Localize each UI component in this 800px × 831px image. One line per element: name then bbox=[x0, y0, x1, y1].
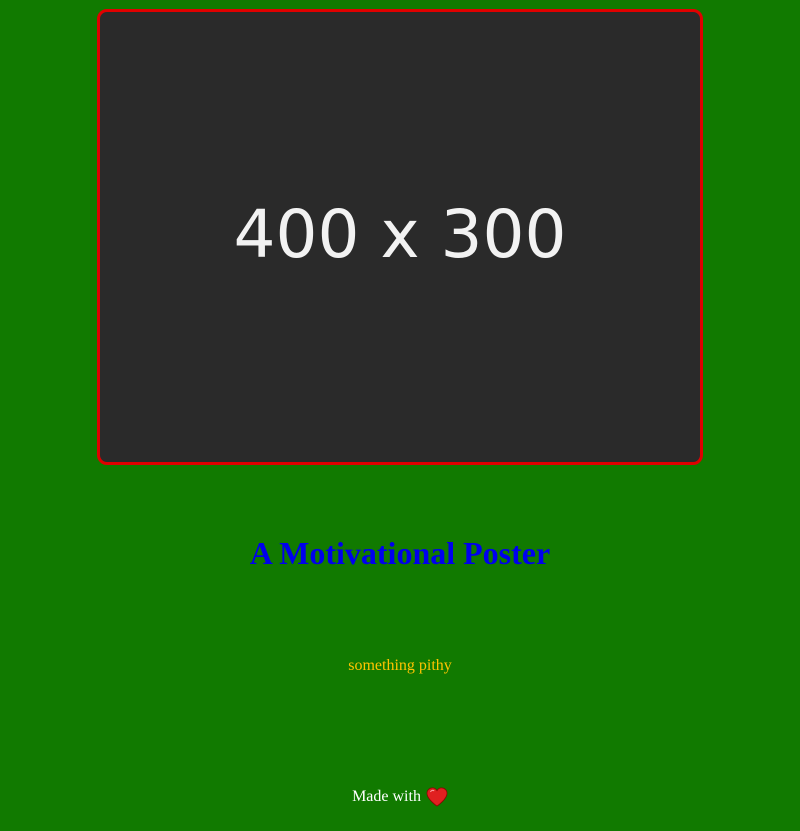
poster-image: 400 x 300 bbox=[97, 9, 703, 465]
poster-title: A Motivational Poster bbox=[249, 535, 551, 571]
image-placeholder-text: 400 x 300 bbox=[233, 195, 567, 273]
heart-icon bbox=[426, 787, 448, 807]
footer-made-with-text: Made with bbox=[352, 788, 421, 805]
footer: Made with bbox=[0, 786, 800, 808]
poster-tagline: something pithy bbox=[348, 657, 452, 674]
